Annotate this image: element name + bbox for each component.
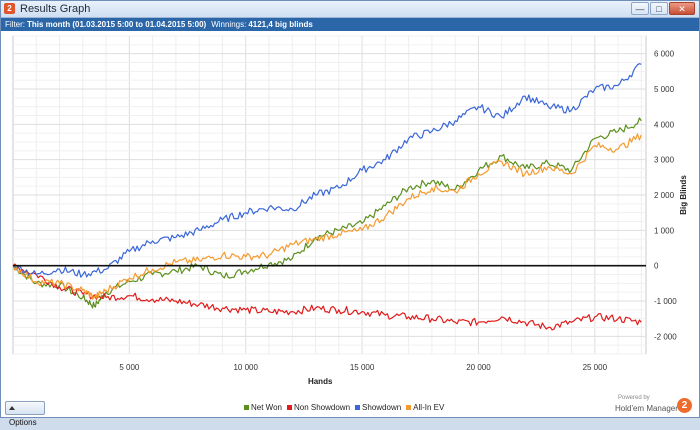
winnings-value: 4121,4 big blinds [248, 20, 313, 29]
legend-label: Non Showdown [293, 403, 351, 412]
title-bar[interactable]: 2 Results Graph — □ ✕ [1, 1, 699, 18]
legend-swatch [355, 405, 361, 410]
powered-by-text: Powered by [618, 395, 650, 401]
results-chart: 6 000 5 000 4 000 3 000 2 000 1 000 0 -1 000 -2 … [12, 35, 688, 386]
legend-label: Showdown [362, 403, 402, 412]
legend-swatch [286, 405, 292, 410]
y-tick-label: -1 000 [654, 297, 677, 306]
x-tick-label: 15 000 [350, 363, 375, 372]
legend-item[interactable]: Non Showdown [286, 403, 351, 412]
y-tick-label: 3 000 [654, 156, 675, 165]
legend-item[interactable]: All-In EV [406, 403, 444, 412]
winnings-label: Winnings: [211, 20, 247, 29]
legend-label: All-In EV [413, 403, 445, 412]
y-tick-label: 1 000 [654, 226, 675, 235]
options-button[interactable]: Options [5, 401, 45, 427]
legend-label: Net Won [251, 403, 282, 412]
minimize-button[interactable]: — [631, 2, 649, 15]
x-tick-label: 5 000 [119, 363, 140, 372]
x-tick-label: 20 000 [466, 363, 491, 372]
window-title: Results Graph [20, 3, 91, 15]
close-button[interactable]: ✕ [669, 2, 695, 15]
y-axis-label: Big Blinds [679, 175, 688, 215]
y-tick-label: 2 000 [654, 191, 675, 200]
y-tick-label: -2 000 [654, 332, 677, 341]
legend-item[interactable]: Showdown [355, 403, 401, 412]
filter-value: This month (01.03.2015 5:00 to 01.04.201… [27, 20, 207, 29]
y-tick-label: 4 000 [654, 120, 675, 129]
chart-legend: Net Won Non Showdown Showdown All-In EV [244, 403, 444, 412]
y-tick-label: 6 000 [654, 50, 675, 59]
filter-label: Filter: [5, 20, 25, 29]
legend-swatch [244, 405, 249, 410]
y-tick-label: 5 000 [654, 85, 675, 94]
legend-swatch [406, 405, 412, 410]
options-arrow-icon [9, 406, 15, 410]
legend-item[interactable]: Net Won [244, 403, 282, 412]
y-tick-label: 0 [654, 262, 659, 271]
brand-name: Hold'em Manager [615, 404, 678, 413]
results-graph-window: 2 Results Graph — □ ✕ Filter: This month … [0, 0, 700, 427]
hem-logo-icon: 2 [4, 3, 15, 14]
x-tick-label: 10 000 [233, 363, 258, 372]
filter-bar: Filter: This month (01.03.2015 5:00 to 01… [1, 18, 699, 31]
x-axis-label: Hands [308, 377, 333, 386]
options-label: Options [9, 418, 37, 427]
hem2-logo-icon: 2 [677, 398, 692, 413]
maximize-button[interactable]: □ [650, 2, 668, 15]
x-tick-label: 25 000 [583, 363, 608, 372]
